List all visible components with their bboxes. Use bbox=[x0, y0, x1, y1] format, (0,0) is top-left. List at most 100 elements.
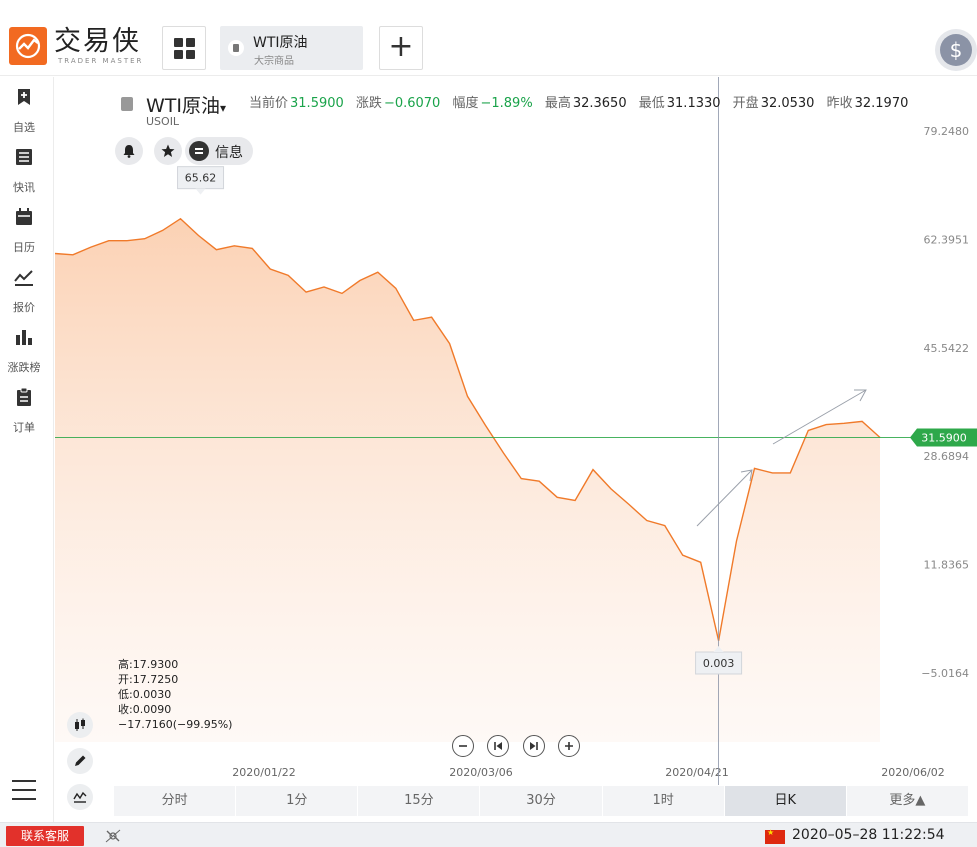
sidebar-item-label: 涨跌榜 bbox=[7, 361, 41, 374]
commodity-icon bbox=[228, 40, 244, 56]
sidebar: 自选 快讯 日历 报价 涨跌榜 订单 bbox=[0, 77, 54, 822]
sidebar-item-news[interactable]: 快讯 bbox=[0, 137, 54, 194]
high-price: 32.3650 bbox=[572, 96, 627, 111]
skip-forward-icon bbox=[530, 742, 538, 750]
layout-grid-button[interactable] bbox=[162, 26, 206, 70]
sidebar-item-label: 订单 bbox=[13, 421, 35, 434]
y-tick-label: 28.6894 bbox=[924, 450, 970, 463]
tab-title: WTI原油 bbox=[253, 35, 308, 51]
clipboard-icon bbox=[17, 387, 31, 406]
y-tick-label: 62.3951 bbox=[924, 233, 970, 246]
info-button[interactable]: 信息 bbox=[185, 137, 253, 165]
open-price: 32.0530 bbox=[760, 96, 815, 111]
chart-panel[interactable]: 79.2480 62.3951 45.5422 28.6894 11.8365 −5.01… bbox=[55, 77, 977, 810]
bell-icon bbox=[123, 145, 135, 158]
x-tick-label: 2020/01/22 bbox=[232, 766, 295, 779]
sidebar-item-label: 日历 bbox=[13, 241, 35, 254]
china-flag-icon bbox=[765, 828, 785, 844]
sidebar-item-label: 自选 bbox=[13, 121, 35, 134]
symbol-name-dropdown[interactable]: WTI原油▾ bbox=[146, 91, 226, 118]
x-tick-label: 2020/04/21 bbox=[665, 766, 728, 779]
minus-icon bbox=[459, 745, 467, 747]
period-tab-active[interactable]: 日K bbox=[724, 786, 847, 816]
y-tick-label: −5.0164 bbox=[921, 667, 969, 680]
prev-close-price: 32.1970 bbox=[854, 96, 909, 111]
ohlc-close: 收:0.0090 bbox=[118, 703, 172, 716]
status-bar: 联系客服 2020–05–28 11:22:54 bbox=[0, 822, 977, 847]
period-selector: 分时 1分 15分 30分 1时 日K 更多▲ bbox=[114, 786, 969, 816]
current-price: 31.5900 bbox=[290, 96, 344, 111]
candlestick-tool-button[interactable] bbox=[67, 712, 93, 738]
indicator-icon bbox=[73, 791, 87, 803]
period-tab[interactable]: 1时 bbox=[603, 786, 725, 816]
price-change-percent: −1.89% bbox=[480, 96, 533, 111]
skip-back-icon bbox=[494, 742, 502, 750]
app-window: 交易侠 TRADER MASTER WTI原油 大宗商品 + $ 自选 快讯 日… bbox=[0, 0, 977, 847]
pencil-icon bbox=[75, 755, 86, 766]
calendar-icon bbox=[16, 208, 32, 225]
low-price: 31.1330 bbox=[666, 96, 721, 111]
zoom-out-button[interactable] bbox=[452, 735, 474, 757]
currency-button[interactable]: $ bbox=[935, 29, 977, 71]
max-price-marker: 65.62 bbox=[177, 166, 225, 195]
tab-wti[interactable]: WTI原油 大宗商品 bbox=[220, 26, 363, 70]
line-chart-icon bbox=[14, 270, 33, 286]
commodity-icon bbox=[121, 97, 133, 111]
period-tab[interactable]: 30分 bbox=[480, 786, 603, 816]
price-change: −0.6070 bbox=[383, 96, 441, 111]
alert-button[interactable] bbox=[115, 137, 143, 165]
draw-tool-button[interactable] bbox=[67, 748, 93, 774]
menu-button[interactable] bbox=[12, 780, 36, 802]
symbol-code: USOIL bbox=[146, 115, 180, 128]
bookmark-plus-icon bbox=[18, 89, 30, 105]
star-icon bbox=[161, 144, 175, 157]
ohlc-readout: 高:17.9300 开:17.7250 低:0.0030 收:0.0090 −1… bbox=[118, 657, 232, 732]
sidebar-item-quotes[interactable]: 报价 bbox=[0, 257, 54, 314]
list-icon bbox=[189, 141, 209, 161]
x-tick-label: 2020/03/06 bbox=[449, 766, 512, 779]
ohlc-high: 高:17.9300 bbox=[118, 658, 179, 671]
hamburger-icon bbox=[12, 780, 36, 782]
brand-name: 交易侠 bbox=[54, 26, 141, 57]
customer-service-button[interactable]: 联系客服 bbox=[6, 826, 84, 846]
zoom-in-button[interactable] bbox=[558, 735, 580, 757]
y-tick-label: 11.8365 bbox=[924, 559, 970, 572]
connection-icon[interactable] bbox=[104, 828, 122, 844]
sidebar-item-orders[interactable]: 订单 bbox=[0, 377, 54, 434]
candlestick-icon bbox=[75, 718, 85, 731]
sidebar-item-calendar[interactable]: 日历 bbox=[0, 197, 54, 254]
ohlc-low: 低:0.0030 bbox=[118, 688, 172, 701]
jump-end-button[interactable] bbox=[523, 735, 545, 757]
price-tag-label: 31.5900 bbox=[921, 432, 967, 445]
indicator-tool-button[interactable] bbox=[67, 784, 93, 810]
jump-start-button[interactable] bbox=[487, 735, 509, 757]
sidebar-item-movers[interactable]: 涨跌榜 bbox=[0, 317, 54, 374]
period-tab[interactable]: 分时 bbox=[114, 786, 237, 816]
quote-summary: 当前价 31.5900 涨跌 −0.6070 幅度 −1.89% 最高 32.3650 … bbox=[249, 96, 909, 111]
y-tick-label: 79.2480 bbox=[924, 125, 970, 138]
grid-icon bbox=[174, 38, 183, 47]
period-more[interactable]: 更多▲ bbox=[847, 786, 969, 816]
ohlc-change: −17.7160(−99.95%) bbox=[118, 718, 233, 731]
x-tick-label: 2020/06/02 bbox=[881, 766, 944, 779]
sidebar-item-label: 报价 bbox=[13, 301, 35, 314]
max-marker-pointer bbox=[195, 188, 206, 195]
favorite-button[interactable] bbox=[154, 137, 182, 165]
period-tab[interactable]: 1分 bbox=[236, 786, 359, 816]
ohlc-open: 开:17.7250 bbox=[118, 673, 179, 686]
plus-icon bbox=[565, 742, 573, 750]
datetime-display: 2020–05–28 11:22:54 bbox=[792, 827, 945, 843]
header-bar: 交易侠 TRADER MASTER WTI原油 大宗商品 + $ bbox=[0, 0, 977, 76]
cursor-label-text: 0.003 bbox=[703, 657, 735, 670]
sidebar-item-watchlist[interactable]: 自选 bbox=[0, 77, 54, 134]
tab-subtitle: 大宗商品 bbox=[254, 56, 294, 67]
bar-chart-icon bbox=[16, 330, 32, 345]
dollar-icon: $ bbox=[940, 34, 972, 66]
sidebar-item-label: 快讯 bbox=[13, 181, 35, 194]
period-tab[interactable]: 15分 bbox=[358, 786, 481, 816]
max-marker-text: 65.62 bbox=[185, 172, 217, 185]
add-tab-button[interactable]: + bbox=[379, 26, 423, 70]
y-tick-label: 45.5422 bbox=[924, 342, 970, 355]
brand-subtitle: TRADER MASTER bbox=[58, 57, 144, 65]
price-tag: 31.5900 bbox=[910, 428, 977, 447]
